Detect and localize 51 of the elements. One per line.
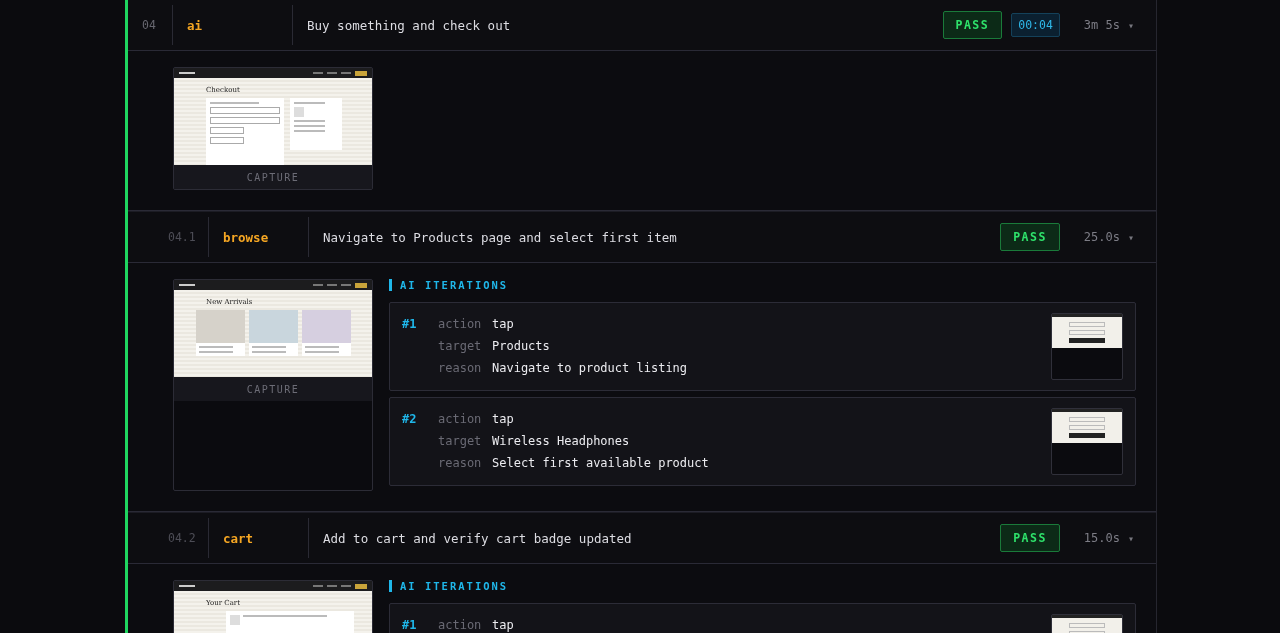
expand-toggle[interactable]: ▾ — [1127, 19, 1134, 31]
product-image-placeholder — [195, 310, 245, 343]
step-number: 04.1 — [168, 230, 196, 244]
field-value: Select first available product — [492, 455, 709, 472]
iteration-number: #2 — [402, 411, 418, 428]
status-badge: PASS — [942, 11, 1003, 39]
field-label: action — [438, 316, 483, 333]
expand-toggle[interactable]: ▾ — [1127, 532, 1134, 544]
field-value: tap — [492, 617, 514, 633]
step-description: Navigate to Products page and select first item — [323, 229, 677, 245]
step-number: 04 — [142, 18, 156, 32]
duration-text: 25.0s — [1083, 230, 1120, 244]
image-placeholder — [230, 615, 240, 625]
step-name: browse — [223, 229, 269, 245]
field-label: action — [438, 411, 483, 428]
section-title: AI ITERATIONS — [389, 279, 1136, 291]
field-label: reason — [438, 455, 483, 472]
duration-text: 15.0s — [1083, 531, 1120, 545]
field-value: tap — [492, 411, 514, 428]
iteration-number: #1 — [402, 617, 418, 633]
step-description: Add to cart and verify cart badge updated — [323, 530, 632, 546]
step-number: 04.2 — [168, 531, 196, 545]
status-badge: PASS — [1000, 524, 1060, 552]
screenshot-thumbnail — [1051, 313, 1123, 380]
section-title: AI ITERATIONS — [389, 580, 1136, 592]
form-field-drawing — [210, 107, 280, 114]
product-image-placeholder — [248, 310, 298, 343]
timer-badge: 00:04 — [1011, 13, 1060, 37]
step-name: ai — [187, 17, 203, 33]
status-badge: PASS — [1000, 223, 1060, 251]
field-value: Products — [492, 338, 550, 355]
duration-text: 3m 5s — [1083, 18, 1120, 32]
form-field-drawing — [210, 137, 244, 144]
field-value: Wireless Headphones — [492, 433, 630, 450]
step-name: cart — [223, 530, 254, 546]
iteration-number: #1 — [402, 316, 418, 333]
expand-toggle[interactable]: ▾ — [1127, 231, 1134, 243]
product-image-placeholder — [301, 310, 351, 343]
field-value: tap — [492, 316, 514, 333]
field-label: target — [438, 433, 483, 450]
step-description: Buy something and check out — [307, 17, 511, 33]
form-field-drawing — [210, 117, 280, 124]
field-label: target — [438, 338, 483, 355]
field-label: reason — [438, 360, 483, 377]
capture-label: CAPTURE — [174, 377, 372, 401]
capture-label: CAPTURE — [174, 165, 372, 189]
screenshot-thumbnail — [1051, 408, 1123, 475]
form-field-drawing — [210, 127, 244, 134]
field-value: Navigate to product listing — [492, 360, 688, 377]
field-label: action — [438, 617, 483, 633]
image-placeholder — [294, 107, 304, 117]
